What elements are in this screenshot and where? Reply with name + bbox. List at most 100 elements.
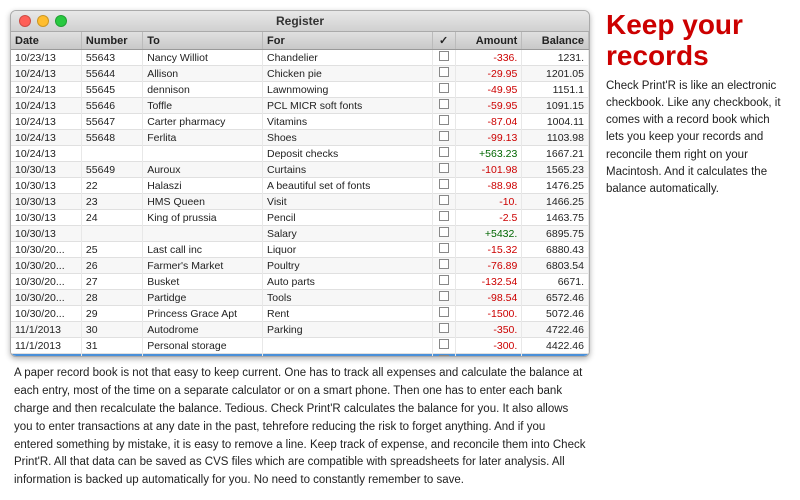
cell-balance: 1231. [522, 50, 589, 66]
cell-to: Last call inc [143, 242, 263, 258]
cell-number: 32 [81, 354, 142, 358]
cell-balance: 5072.46 [522, 306, 589, 322]
cell-number: 28 [81, 290, 142, 306]
right-description: Check Print'R is like an electronic chec… [606, 78, 790, 199]
cell-check[interactable] [432, 178, 455, 194]
cell-balance: 1466.25 [522, 194, 589, 210]
table-row[interactable]: 10/30/13 55649 Auroux Curtains -101.98 1… [11, 162, 589, 178]
cell-for: Vitamins [263, 114, 433, 130]
minimize-button[interactable] [37, 15, 49, 27]
cell-number: 55647 [81, 114, 142, 130]
table-row[interactable]: 10/30/20... 29 Princess Grace Apt Rent -… [11, 306, 589, 322]
cell-balance: 3441.59 [522, 354, 589, 358]
cell-date: 10/24/13 [11, 130, 81, 146]
cell-check[interactable] [432, 82, 455, 98]
cell-check[interactable] [432, 226, 455, 242]
cell-check[interactable] [432, 146, 455, 162]
table-row[interactable]: 10/30/20... 28 Partidge Tools -98.54 657… [11, 290, 589, 306]
cell-check[interactable] [432, 290, 455, 306]
cell-check[interactable] [432, 274, 455, 290]
cell-check[interactable] [432, 162, 455, 178]
cell-balance: 1463.75 [522, 210, 589, 226]
cell-check[interactable] [432, 66, 455, 82]
cell-balance: 4722.46 [522, 322, 589, 338]
table-row[interactable]: 10/30/13 23 HMS Queen Visit -10. 1466.25 [11, 194, 589, 210]
cell-amount: -29.95 [455, 66, 522, 82]
cell-balance: 6671. [522, 274, 589, 290]
cell-for: Visit [263, 194, 433, 210]
cell-number: 23 [81, 194, 142, 210]
table-row[interactable]: 10/24/13 55644 Allison Chicken pie -29.9… [11, 66, 589, 82]
table-row[interactable]: 11/1/2013 32 George School Tuition fees … [11, 354, 589, 358]
cell-amount: -88.98 [455, 178, 522, 194]
cell-balance: 1151.1 [522, 82, 589, 98]
cell-check[interactable] [432, 130, 455, 146]
table-row[interactable]: 10/24/13 55645 dennison Lawnmowing -49.9… [11, 82, 589, 98]
cell-number: 29 [81, 306, 142, 322]
table-row[interactable]: 11/1/2013 30 Autodrome Parking -350. 472… [11, 322, 589, 338]
table-body: 10/23/13 55643 Nancy Williot Chandelier … [11, 50, 589, 358]
heading-line1: Keep your [606, 9, 743, 40]
table-row[interactable]: 10/30/13 Salary +5432. 6895.75 [11, 226, 589, 242]
cell-balance: 1091.15 [522, 98, 589, 114]
cell-check[interactable] [432, 338, 455, 354]
table-row[interactable]: 10/30/20... 25 Last call inc Liquor -15.… [11, 242, 589, 258]
window-titlebar: Register [11, 11, 589, 32]
cell-date: 10/24/13 [11, 82, 81, 98]
table-header-row: Date Number To For ✓ Amount Balance [11, 32, 589, 50]
table-row[interactable]: 11/1/2013 31 Personal storage -300. 4422… [11, 338, 589, 354]
cell-check[interactable] [432, 322, 455, 338]
cell-date: 10/30/13 [11, 194, 81, 210]
cell-date: 10/30/13 [11, 226, 81, 242]
cell-check[interactable] [432, 50, 455, 66]
table-row[interactable]: 10/23/13 55643 Nancy Williot Chandelier … [11, 50, 589, 66]
cell-for: Chandelier [263, 50, 433, 66]
cell-to [143, 226, 263, 242]
cell-to: George School [143, 354, 263, 358]
cell-for: Lawnmowing [263, 82, 433, 98]
cell-date: 10/23/13 [11, 50, 81, 66]
col-header-amount: Amount [455, 32, 522, 50]
table-row[interactable]: 10/24/13 55647 Carter pharmacy Vitamins … [11, 114, 589, 130]
cell-check[interactable] [432, 194, 455, 210]
table-row[interactable]: 10/30/20... 27 Busket Auto parts -132.54… [11, 274, 589, 290]
cell-to: Partidge [143, 290, 263, 306]
register-table-container: Date Number To For ✓ Amount Balance 10/2… [11, 32, 589, 357]
cell-check[interactable] [432, 258, 455, 274]
cell-balance: 1103.98 [522, 130, 589, 146]
cell-balance: 6803.54 [522, 258, 589, 274]
table-row[interactable]: 10/24/13 Deposit checks +563.23 1667.21 [11, 146, 589, 162]
cell-for: Deposit checks [263, 146, 433, 162]
cell-number [81, 146, 142, 162]
cell-check[interactable] [432, 242, 455, 258]
cell-for: Poultry [263, 258, 433, 274]
cell-check[interactable] [432, 210, 455, 226]
table-row[interactable]: 10/30/20... 26 Farmer's Market Poultry -… [11, 258, 589, 274]
col-header-check: ✓ [432, 32, 455, 50]
cell-number: 55648 [81, 130, 142, 146]
table-row[interactable]: 10/24/13 55646 Toffle PCL MICR soft font… [11, 98, 589, 114]
cell-date: 10/30/20... [11, 290, 81, 306]
cell-number: 55649 [81, 162, 142, 178]
cell-for: Curtains [263, 162, 433, 178]
table-row[interactable]: 10/30/13 24 King of prussia Pencil -2.5 … [11, 210, 589, 226]
cell-date: 11/1/2013 [11, 354, 81, 358]
cell-check[interactable] [432, 354, 455, 358]
maximize-button[interactable] [55, 15, 67, 27]
cell-to: Carter pharmacy [143, 114, 263, 130]
cell-amount: +563.23 [455, 146, 522, 162]
close-button[interactable] [19, 15, 31, 27]
cell-check[interactable] [432, 306, 455, 322]
cell-date: 10/30/20... [11, 274, 81, 290]
window-title: Register [276, 14, 324, 28]
table-row[interactable]: 10/24/13 55648 Ferlita Shoes -99.13 1103… [11, 130, 589, 146]
cell-to: Farmer's Market [143, 258, 263, 274]
cell-for: Chicken pie [263, 66, 433, 82]
cell-check[interactable] [432, 114, 455, 130]
cell-amount: -59.95 [455, 98, 522, 114]
cell-to [143, 146, 263, 162]
cell-check[interactable] [432, 98, 455, 114]
col-header-date: Date [11, 32, 81, 50]
table-row[interactable]: 10/30/13 22 Halaszi A beautiful set of f… [11, 178, 589, 194]
cell-to: Autodrome [143, 322, 263, 338]
